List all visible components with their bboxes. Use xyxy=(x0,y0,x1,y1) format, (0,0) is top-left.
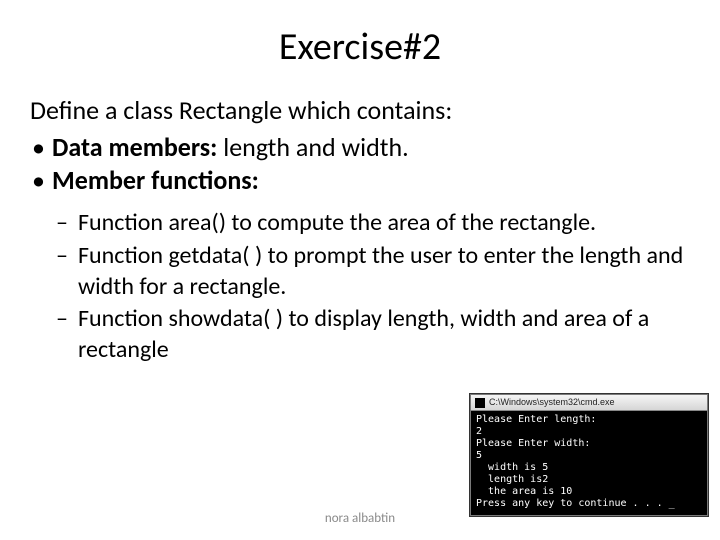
bullet-member-functions: Member functions: xyxy=(30,164,690,198)
slide-title: Exercise#2 xyxy=(30,24,690,70)
console-titlebar: C:\Windows\system32\cmd.exe xyxy=(471,395,707,411)
bullet-label: Member functions: xyxy=(52,164,259,196)
bullet-label: Data members: xyxy=(52,131,217,163)
cmd-icon xyxy=(475,398,485,408)
console-window: C:\Windows\system32\cmd.exe Please Enter… xyxy=(470,394,708,516)
console-title-text: C:\Windows\system32\cmd.exe xyxy=(489,397,615,408)
bullet-data-members: Data members: length and width. xyxy=(30,131,690,165)
footer-author: nora albabtin xyxy=(0,511,720,526)
sub-bullet-showdata: Function showdata( ) to display length, … xyxy=(56,304,690,365)
intro-text: Define a class Rectangle which contains: xyxy=(30,94,690,127)
console-output: Please Enter length: 2 Please Enter widt… xyxy=(471,411,707,515)
sub-bullet-area: Function area() to compute the area of t… xyxy=(56,208,690,239)
sub-bullet-list: Function area() to compute the area of t… xyxy=(30,208,690,366)
bullet-text: length and width. xyxy=(223,131,408,163)
bullet-list: Data members: length and width. Member f… xyxy=(30,131,690,199)
sub-bullet-getdata: Function getdata( ) to prompt the user t… xyxy=(56,241,690,302)
